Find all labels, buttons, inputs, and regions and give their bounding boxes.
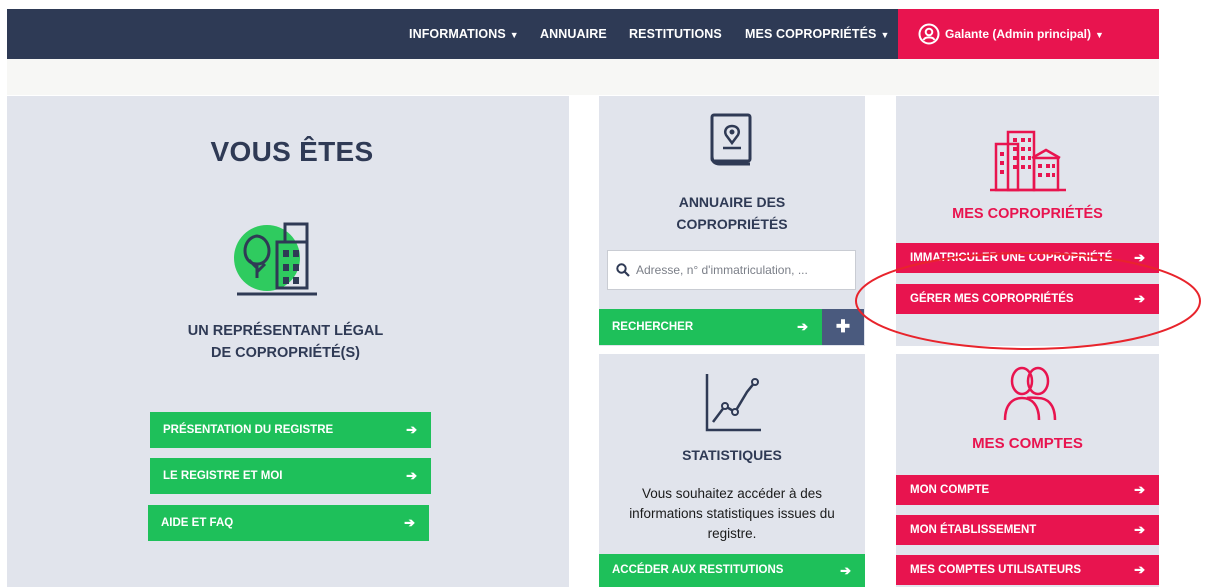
annuaire-title-line-2: COPROPRIÉTÉS [676,216,788,232]
role-description: UN REPRÉSENTANT LÉGAL DE COPROPRIÉTÉ(S) [7,320,564,364]
presentation-registre-label: PRÉSENTATION DU REGISTRE [163,424,334,436]
user-menu-label: Galante (Admin principal) ▼ [945,9,1104,59]
aide-faq-label: AIDE ET FAQ [161,517,234,529]
plus-icon: ✚ [835,317,851,336]
arrow-right-icon: ➔ [406,468,417,483]
acceder-restitutions-button[interactable]: ACCÉDER AUX RESTITUTIONS ➔ [599,554,865,587]
aide-faq-button[interactable]: AIDE ET FAQ ➔ [148,505,429,541]
mon-etablissement-label: MON ÉTABLISSEMENT [910,524,1037,536]
arrow-right-icon: ➔ [1134,482,1145,497]
rechercher-button[interactable]: RECHERCHER ➔ [599,309,822,345]
mon-compte-button[interactable]: MON COMPTE ➔ [896,475,1159,505]
role-panel: VOUS ÊTES UN REPRÉSENTANT LÉGAL DE COPRO… [7,96,569,587]
nav-restitutions[interactable]: RESTITUTIONS [629,9,722,59]
annuaire-title-line-1: ANNUAIRE DES [678,194,786,210]
chevron-down-icon: ▼ [1095,30,1104,40]
search-icon [616,263,630,277]
chevron-down-icon: ▼ [509,30,519,40]
search-input[interactable] [636,251,851,289]
mes-comptes-panel: MES COMPTES MON COMPTE ➔ MON ÉTABLISSEMEN… [896,354,1159,587]
header-strip [7,59,1159,95]
tree-building-icon [234,222,317,296]
arrow-right-icon: ➔ [840,563,851,578]
statistiques-title: STATISTIQUES [682,447,782,463]
annuaire-title: ANNUAIRE DES COPROPRIÉTÉS [599,191,865,235]
line-chart-icon [705,374,761,432]
registre-et-moi-button[interactable]: LE REGISTRE ET MOI ➔ [150,458,431,494]
nav-informations[interactable]: INFORMATIONS ▼ [409,9,519,59]
arrow-right-icon: ➔ [404,515,415,530]
arrow-right-icon: ➔ [1134,562,1145,577]
presentation-registre-button[interactable]: PRÉSENTATION DU REGISTRE ➔ [150,412,431,448]
statistiques-text-line-1: Vous souhaitez accéder à des [641,486,823,501]
statistiques-description: Vous souhaitez accéder à des information… [599,484,865,544]
user-circle-icon [918,23,940,45]
users-icon [1003,366,1057,421]
nav-mes-coproprietes-label: MES COPROPRIÉTÉS [745,27,877,41]
search-box [607,250,856,290]
arrow-right-icon: ➔ [1134,522,1145,537]
address-book-icon [710,113,752,166]
mes-coproprietes-title: MES COPROPRIÉTÉS [952,206,1103,222]
highlight-ellipse [855,252,1201,350]
rechercher-label: RECHERCHER [612,321,694,333]
top-navbar: INFORMATIONS ▼ ANNUAIRE RESTITUTIONS MES … [7,9,1159,59]
buildings-icon [990,130,1066,192]
statistiques-text-line-2: informations statistiques issues du [629,506,835,521]
mes-comptes-utilisateurs-button[interactable]: MES COMPTES UTILISATEURS ➔ [896,555,1159,585]
statistiques-panel: STATISTIQUES Vous souhaitez accéder à de… [599,354,865,587]
mon-etablissement-button[interactable]: MON ÉTABLISSEMENT ➔ [896,515,1159,545]
mes-comptes-title: MES COMPTES [972,435,1083,452]
role-panel-title: VOUS ÊTES [210,136,374,167]
user-menu[interactable]: Galante (Admin principal) ▼ [898,9,1159,59]
mes-comptes-utilisateurs-label: MES COMPTES UTILISATEURS [910,564,1082,576]
registre-et-moi-label: LE REGISTRE ET MOI [163,470,283,482]
acceder-restitutions-label: ACCÉDER AUX RESTITUTIONS [612,564,784,576]
user-name: Galante (Admin principal) [945,27,1092,41]
role-line-1: UN REPRÉSENTANT LÉGAL [187,323,384,339]
arrow-right-icon: ➔ [406,422,417,437]
arrow-right-icon: ➔ [797,319,808,334]
chevron-down-icon: ▼ [880,30,890,40]
mon-compte-label: MON COMPTE [910,484,990,496]
role-line-2: DE COPROPRIÉTÉ(S) [210,345,361,361]
nav-mes-coproprietes[interactable]: MES COPROPRIÉTÉS ▼ [745,9,890,59]
nav-informations-label: INFORMATIONS [409,27,506,41]
statistiques-text-line-3: registre. [707,526,757,541]
nav-annuaire[interactable]: ANNUAIRE [540,9,607,59]
annuaire-panel: ANNUAIRE DES COPROPRIÉTÉS RECHERCHER ➔ ✚ [599,96,865,346]
